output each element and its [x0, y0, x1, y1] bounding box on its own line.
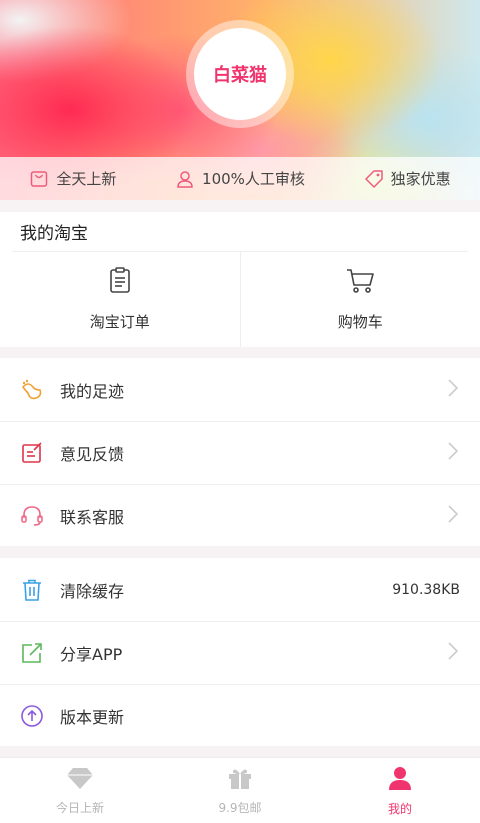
share-icon	[20, 641, 44, 665]
chevron-right-icon	[446, 641, 460, 665]
menu-item-label: 意见反馈	[60, 444, 125, 464]
menu-item-footprint[interactable]: 我的足迹	[0, 358, 480, 421]
gift-icon	[227, 766, 253, 793]
cache-size-value: 910.38KB	[392, 581, 460, 598]
menu-item-share-app[interactable]: 分享APP	[0, 621, 480, 684]
footprint-icon	[20, 378, 44, 402]
avatar-text: 白菜猫	[213, 65, 267, 86]
taobao-orders-label: 淘宝订单	[89, 313, 150, 331]
chevron-right-icon	[446, 441, 460, 465]
feature-all-day-new: 全天上新	[29, 168, 116, 189]
feature-label: 100%人工审核	[202, 170, 305, 188]
menu-group-2: 清除缓存 910.38KB 分享APP 版本更新	[0, 558, 480, 746]
person-icon	[175, 169, 195, 189]
menu-item-label: 我的足迹	[60, 381, 125, 401]
taobao-orders-button[interactable]: 淘宝订单	[0, 252, 240, 347]
feature-label: 全天上新	[56, 170, 117, 188]
tab-label: 9.9包邮	[218, 800, 262, 815]
menu-item-clear-cache[interactable]: 清除缓存 910.38KB	[0, 558, 480, 621]
chevron-right-icon	[446, 378, 460, 402]
menu-group-1: 我的足迹 意见反馈 联系客服	[0, 358, 480, 546]
menu-item-feedback[interactable]: 意见反馈	[0, 421, 480, 484]
profile-header: 白菜猫 全天上新 100%人工审核 独家优惠	[0, 0, 480, 200]
avatar[interactable]: 白菜猫	[194, 28, 286, 120]
feature-strip: 全天上新 100%人工审核 独家优惠	[0, 157, 480, 200]
upload-icon	[20, 704, 44, 728]
my-taobao-card: 我的淘宝 淘宝订单 购物车	[0, 212, 480, 347]
tab-label: 今日上新	[55, 800, 104, 815]
feature-label: 独家优惠	[390, 170, 451, 188]
menu-item-label: 联系客服	[60, 507, 125, 527]
clipboard-icon	[107, 267, 133, 299]
cart-button[interactable]: 购物车	[239, 252, 480, 347]
diamond-icon	[66, 766, 94, 793]
menu-item-label: 版本更新	[60, 707, 125, 727]
feedback-icon	[20, 441, 44, 465]
tab-free-shipping[interactable]: 9.9包邮	[160, 758, 320, 823]
tab-mine[interactable]: 我的	[320, 758, 480, 823]
tab-today-new[interactable]: 今日上新	[0, 758, 160, 823]
menu-item-label: 清除缓存	[60, 581, 125, 601]
feature-manual-review: 100%人工审核	[175, 168, 305, 189]
menu-item-label: 分享APP	[60, 644, 123, 664]
tab-label: 我的	[387, 801, 412, 816]
menu-item-version-update[interactable]: 版本更新	[0, 684, 480, 747]
avatar-ring: 白菜猫	[186, 20, 294, 128]
cart-label: 购物车	[337, 313, 383, 331]
shopping-bag-icon	[29, 169, 49, 189]
cart-icon	[345, 267, 375, 299]
headset-icon	[20, 504, 44, 528]
feature-exclusive-discount: 独家优惠	[364, 168, 451, 189]
user-icon	[388, 765, 412, 794]
bottom-tab-bar: 今日上新 9.9包邮 我的	[0, 757, 480, 823]
chevron-right-icon	[446, 504, 460, 528]
tag-icon	[364, 169, 384, 189]
trash-icon	[20, 578, 44, 602]
my-taobao-title: 我的淘宝	[12, 212, 468, 252]
menu-item-customer-service[interactable]: 联系客服	[0, 484, 480, 547]
